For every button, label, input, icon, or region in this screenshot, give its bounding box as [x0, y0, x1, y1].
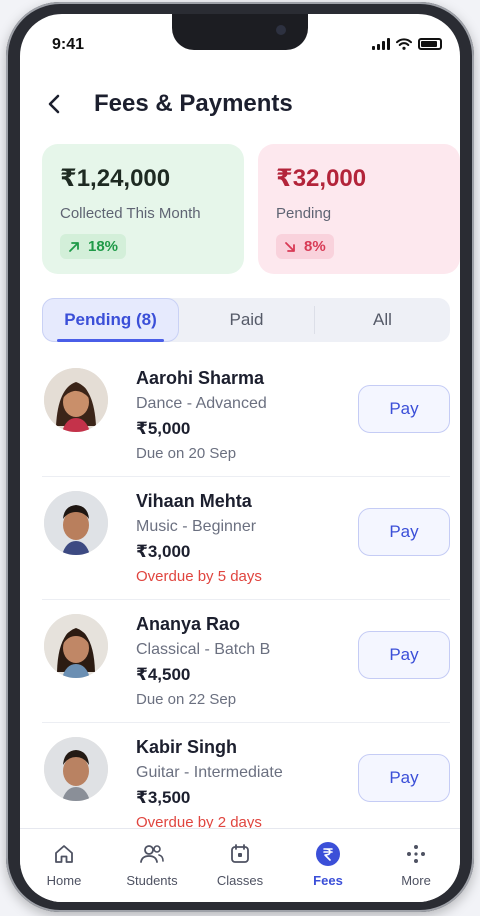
- collected-label: Collected This Month: [60, 205, 201, 222]
- list-item[interactable]: Aarohi Sharma Dance - Advanced ₹5,000 Du…: [42, 354, 450, 477]
- nav-fees[interactable]: Fees: [284, 829, 372, 902]
- grid-icon: [403, 841, 429, 867]
- notch: [172, 14, 308, 50]
- signal-icon: [372, 38, 390, 50]
- pay-button[interactable]: Pay: [358, 631, 450, 679]
- tab-paid[interactable]: Paid: [179, 298, 314, 342]
- phone-frame: 9:41 Fees & Payments ₹1,24,000 Collected…: [6, 2, 474, 912]
- status-icons: [372, 38, 442, 50]
- pay-button[interactable]: Pay: [358, 754, 450, 802]
- pending-change-badge: 8%: [276, 234, 334, 259]
- collected-card[interactable]: ₹1,24,000 Collected This Month 18%: [42, 144, 244, 274]
- home-icon: [51, 841, 77, 867]
- app-screen: 9:41 Fees & Payments ₹1,24,000 Collected…: [20, 14, 460, 902]
- student-name: Vihaan Mehta: [136, 491, 252, 511]
- rupee-icon: [315, 841, 341, 867]
- avatar: [44, 614, 108, 678]
- calendar-icon: [227, 841, 253, 867]
- fee-amount: ₹3,500: [136, 788, 191, 807]
- fee-amount: ₹3,000: [136, 542, 191, 561]
- nav-label: Classes: [216, 873, 264, 888]
- tab-pending[interactable]: Pending (8): [42, 298, 179, 342]
- camera-dot: [276, 25, 286, 35]
- student-course: Classical - Batch B: [136, 641, 271, 658]
- tab-all[interactable]: All: [315, 298, 450, 342]
- battery-icon: [418, 38, 442, 50]
- bottom-nav: Home Students Classes Fees More: [20, 828, 460, 902]
- fee-amount: ₹5,000: [136, 419, 191, 438]
- pending-amount: ₹32,000: [276, 165, 367, 192]
- trend-down-icon: [285, 241, 295, 252]
- collected-amount: ₹1,24,000: [60, 165, 171, 192]
- nav-label: Fees: [313, 873, 343, 888]
- student-name: Kabir Singh: [136, 737, 238, 757]
- student-course: Music - Beginner: [136, 518, 257, 535]
- page-title: Fees & Payments: [94, 90, 293, 117]
- users-icon: [139, 841, 165, 867]
- nav-home[interactable]: Home: [20, 829, 108, 902]
- pay-button[interactable]: Pay: [358, 508, 450, 556]
- nav-label: More: [401, 873, 431, 888]
- pending-change-value: 8%: [304, 238, 326, 255]
- filter-tabs: Pending (8) Paid All: [42, 298, 450, 342]
- list-item[interactable]: Vihaan Mehta Music - Beginner ₹3,000 Ove…: [42, 477, 450, 600]
- student-course: Guitar - Intermediate: [136, 764, 283, 781]
- nav-label: Home: [46, 873, 82, 888]
- collected-change-value: 18%: [88, 238, 119, 255]
- student-name: Ananya Rao: [136, 614, 241, 634]
- fee-amount: ₹4,500: [136, 665, 191, 684]
- status-time: 9:41: [52, 36, 85, 53]
- collected-change-badge: 18%: [60, 234, 127, 259]
- student-course: Dance - Advanced: [136, 395, 267, 412]
- student-info: Kabir Singh Guitar - Intermediate ₹3,500…: [136, 737, 283, 831]
- fee-list: Aarohi Sharma Dance - Advanced ₹5,000 Du…: [42, 354, 450, 846]
- page-header: Fees & Payments: [42, 90, 293, 118]
- wifi-icon: [396, 38, 412, 50]
- avatar: [44, 491, 108, 555]
- student-name: Aarohi Sharma: [136, 368, 265, 388]
- student-info: Ananya Rao Classical - Batch B ₹4,500 Du…: [136, 614, 270, 708]
- due-status: Due on 22 Sep: [136, 691, 237, 708]
- nav-more[interactable]: More: [372, 829, 460, 902]
- nav-students[interactable]: Students: [108, 829, 196, 902]
- student-info: Aarohi Sharma Dance - Advanced ₹5,000 Du…: [136, 368, 267, 462]
- avatar: [44, 737, 108, 801]
- due-status: Overdue by 5 days: [136, 568, 262, 585]
- avatar: [44, 368, 108, 432]
- pending-card[interactable]: ₹32,000 Pending 8%: [258, 144, 460, 274]
- nav-label: Students: [126, 873, 178, 888]
- pending-label: Pending: [276, 205, 332, 222]
- list-item[interactable]: Ananya Rao Classical - Batch B ₹4,500 Du…: [42, 600, 450, 723]
- due-status: Due on 20 Sep: [136, 445, 237, 462]
- pay-button[interactable]: Pay: [358, 385, 450, 433]
- student-info: Vihaan Mehta Music - Beginner ₹3,000 Ove…: [136, 491, 262, 585]
- nav-classes[interactable]: Classes: [196, 829, 284, 902]
- trend-up-icon: [69, 241, 79, 252]
- back-arrow-icon[interactable]: [42, 92, 66, 116]
